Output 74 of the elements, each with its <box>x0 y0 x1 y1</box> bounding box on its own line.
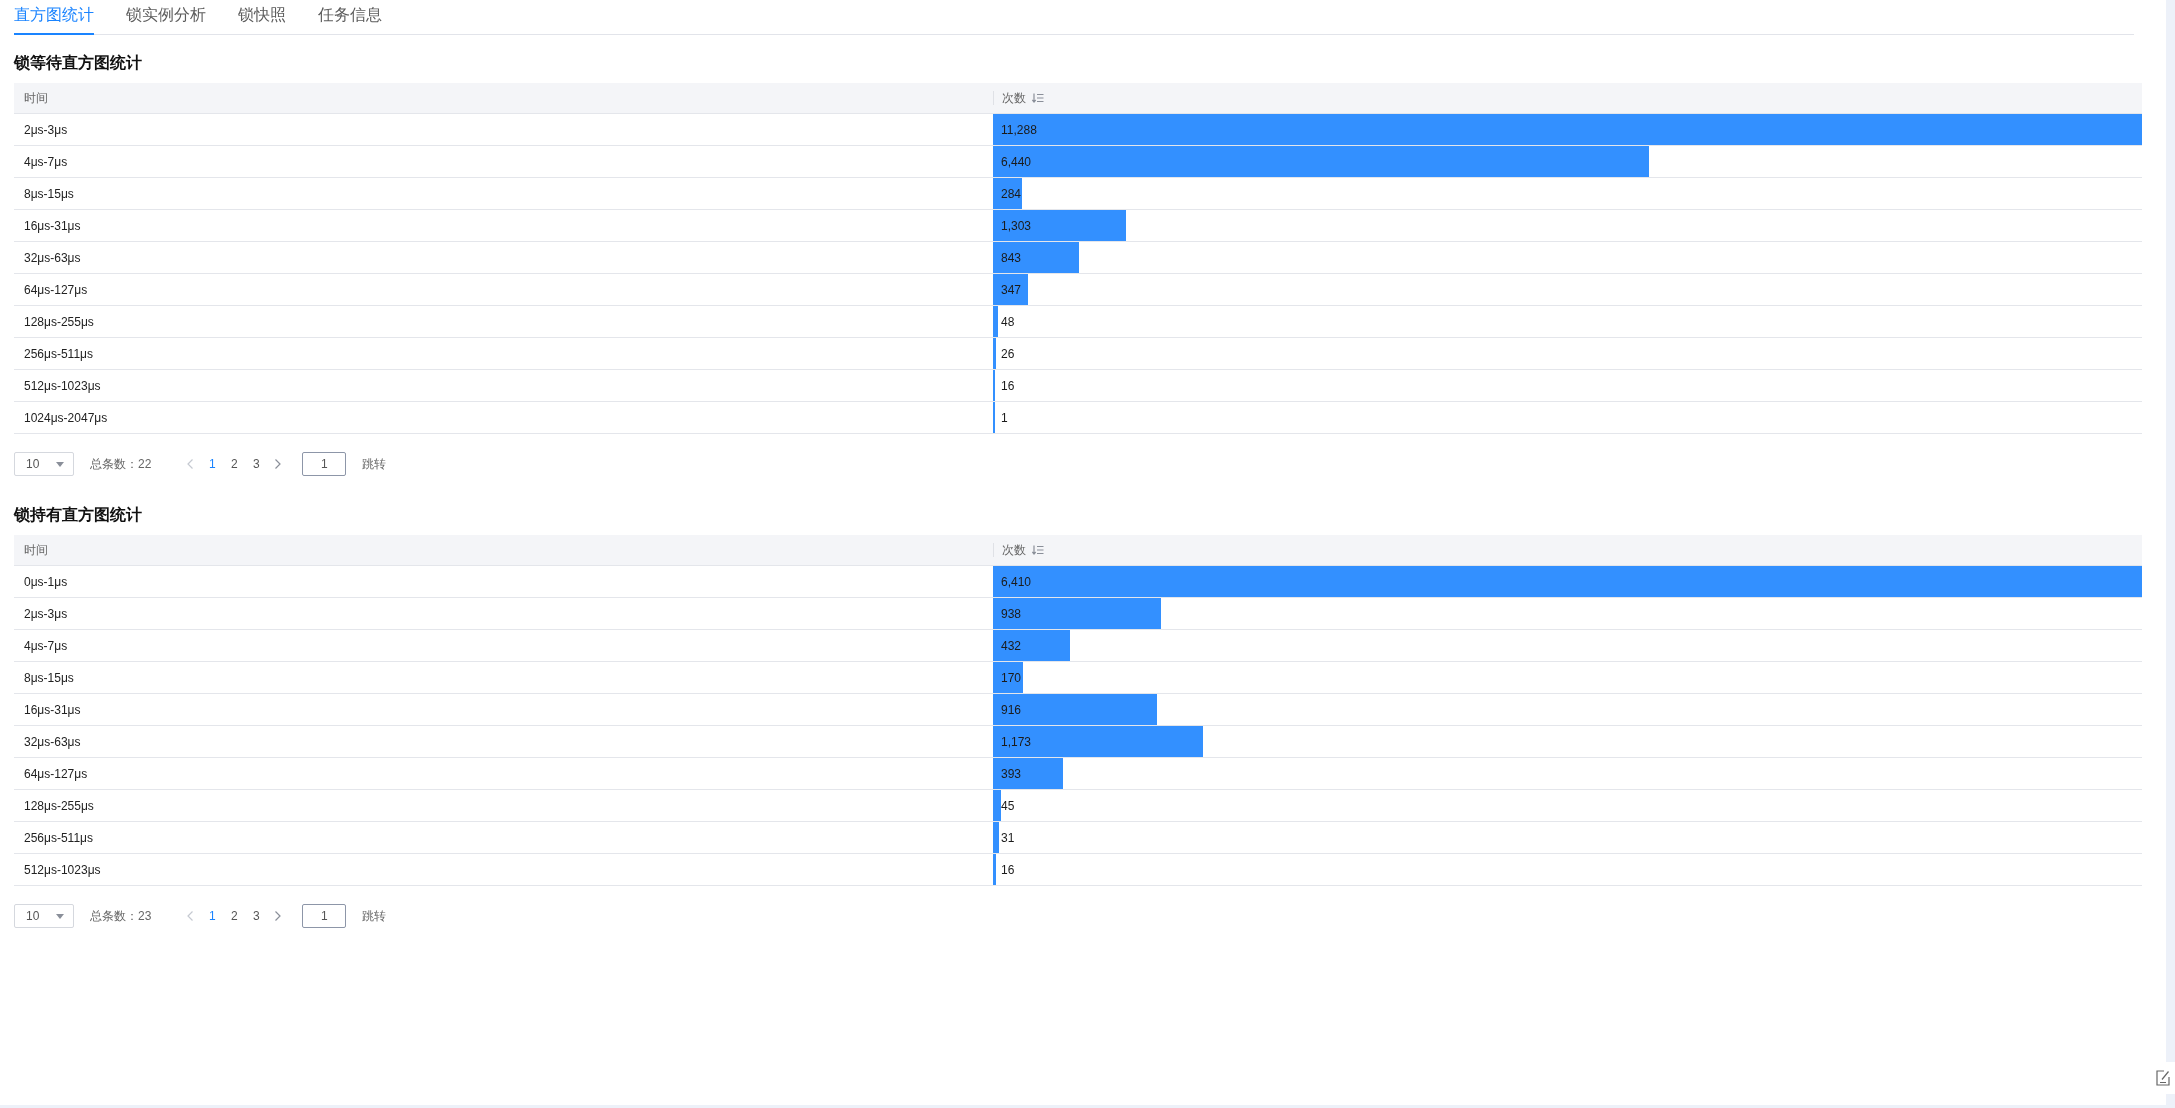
scrollbar-track[interactable] <box>2166 0 2175 1105</box>
count-value: 6,410 <box>1001 574 1032 589</box>
page-button[interactable]: 1 <box>201 452 224 476</box>
section-title: 锁持有直方图统计 <box>14 505 143 525</box>
time-range: 4μs-7μs <box>24 638 68 653</box>
time-range: 32μs-63μs <box>24 250 81 265</box>
chevron-left-icon <box>187 911 194 921</box>
count-value: 393 <box>1001 766 1022 781</box>
tab[interactable]: 任务信息 <box>318 0 382 35</box>
time-range: 8μs-15μs <box>24 186 74 201</box>
time-range: 64μs-127μs <box>24 282 88 297</box>
count-value: 432 <box>1001 638 1022 653</box>
count-value: 916 <box>1001 702 1022 717</box>
column-header: 次数 <box>1002 541 1026 559</box>
caret-icon <box>56 913 64 919</box>
time-range: 32μs-63μs <box>24 734 81 749</box>
page-button[interactable]: 1 <box>201 904 224 928</box>
tab[interactable]: 锁实例分析 <box>126 0 206 35</box>
count-value: 26 <box>1001 346 1015 361</box>
time-range: 1024μs-2047μs <box>24 410 108 425</box>
time-range: 2μs-3μs <box>24 606 68 621</box>
time-range: 256μs-511μs <box>24 830 93 845</box>
chevron-right-icon <box>275 911 282 921</box>
jump-button[interactable]: 跳转 <box>354 452 395 476</box>
column-header: 时间 <box>24 89 48 107</box>
chevron-right-icon <box>275 459 282 469</box>
count-value: 16 <box>1001 862 1015 877</box>
count-value: 1,173 <box>1001 734 1032 749</box>
column-header: 次数 <box>1002 89 1026 107</box>
count-value: 48 <box>1001 314 1015 329</box>
count-value: 11,288 <box>1001 122 1037 137</box>
page-button[interactable]: 3 <box>245 904 268 928</box>
count-value: 16 <box>1001 378 1015 393</box>
time-range: 128μs-255μs <box>24 314 94 329</box>
time-range: 16μs-31μs <box>24 702 81 717</box>
page-button[interactable]: 2 <box>223 904 246 928</box>
page-jump-field[interactable]: 1 <box>302 904 347 928</box>
page-size-select[interactable]: 10 <box>14 452 74 476</box>
tab[interactable]: 直方图统计 <box>14 0 94 35</box>
count-value: 1 <box>1001 410 1008 425</box>
time-range: 2μs-3μs <box>24 122 68 137</box>
time-range: 16μs-31μs <box>24 218 81 233</box>
count-value: 284 <box>1001 186 1022 201</box>
section-title: 锁等待直方图统计 <box>14 53 143 73</box>
sort-icon[interactable] <box>1032 545 1044 555</box>
time-range: 128μs-255μs <box>24 798 94 813</box>
note-pencil-icon <box>2155 1070 2170 1086</box>
count-value: 45 <box>1001 798 1015 813</box>
count-value: 31 <box>1001 830 1015 845</box>
page-button[interactable]: 3 <box>245 452 268 476</box>
column-header: 时间 <box>24 541 48 559</box>
sort-icon[interactable] <box>1032 93 1044 103</box>
time-range: 64μs-127μs <box>24 766 88 781</box>
count-value: 843 <box>1001 250 1022 265</box>
page-button[interactable]: 2 <box>223 452 246 476</box>
time-range: 512μs-1023μs <box>24 862 101 877</box>
total-count: 总条数：22 <box>90 455 152 473</box>
time-range: 512μs-1023μs <box>24 378 101 393</box>
caret-icon <box>56 461 64 467</box>
count-value: 938 <box>1001 606 1022 621</box>
total-count: 总条数：23 <box>90 907 152 925</box>
count-value: 347 <box>1001 282 1022 297</box>
time-range: 0μs-1μs <box>24 574 68 589</box>
count-value: 6,440 <box>1001 154 1032 169</box>
time-range: 8μs-15μs <box>24 670 74 685</box>
count-value: 170 <box>1001 670 1022 685</box>
time-range: 4μs-7μs <box>24 154 68 169</box>
count-value: 1,303 <box>1001 218 1032 233</box>
time-range: 256μs-511μs <box>24 346 93 361</box>
tab[interactable]: 锁快照 <box>238 0 286 35</box>
chevron-left-icon <box>187 459 194 469</box>
jump-button[interactable]: 跳转 <box>354 904 395 928</box>
page-jump-field[interactable]: 1 <box>302 452 347 476</box>
page-size-select[interactable]: 10 <box>14 904 74 928</box>
